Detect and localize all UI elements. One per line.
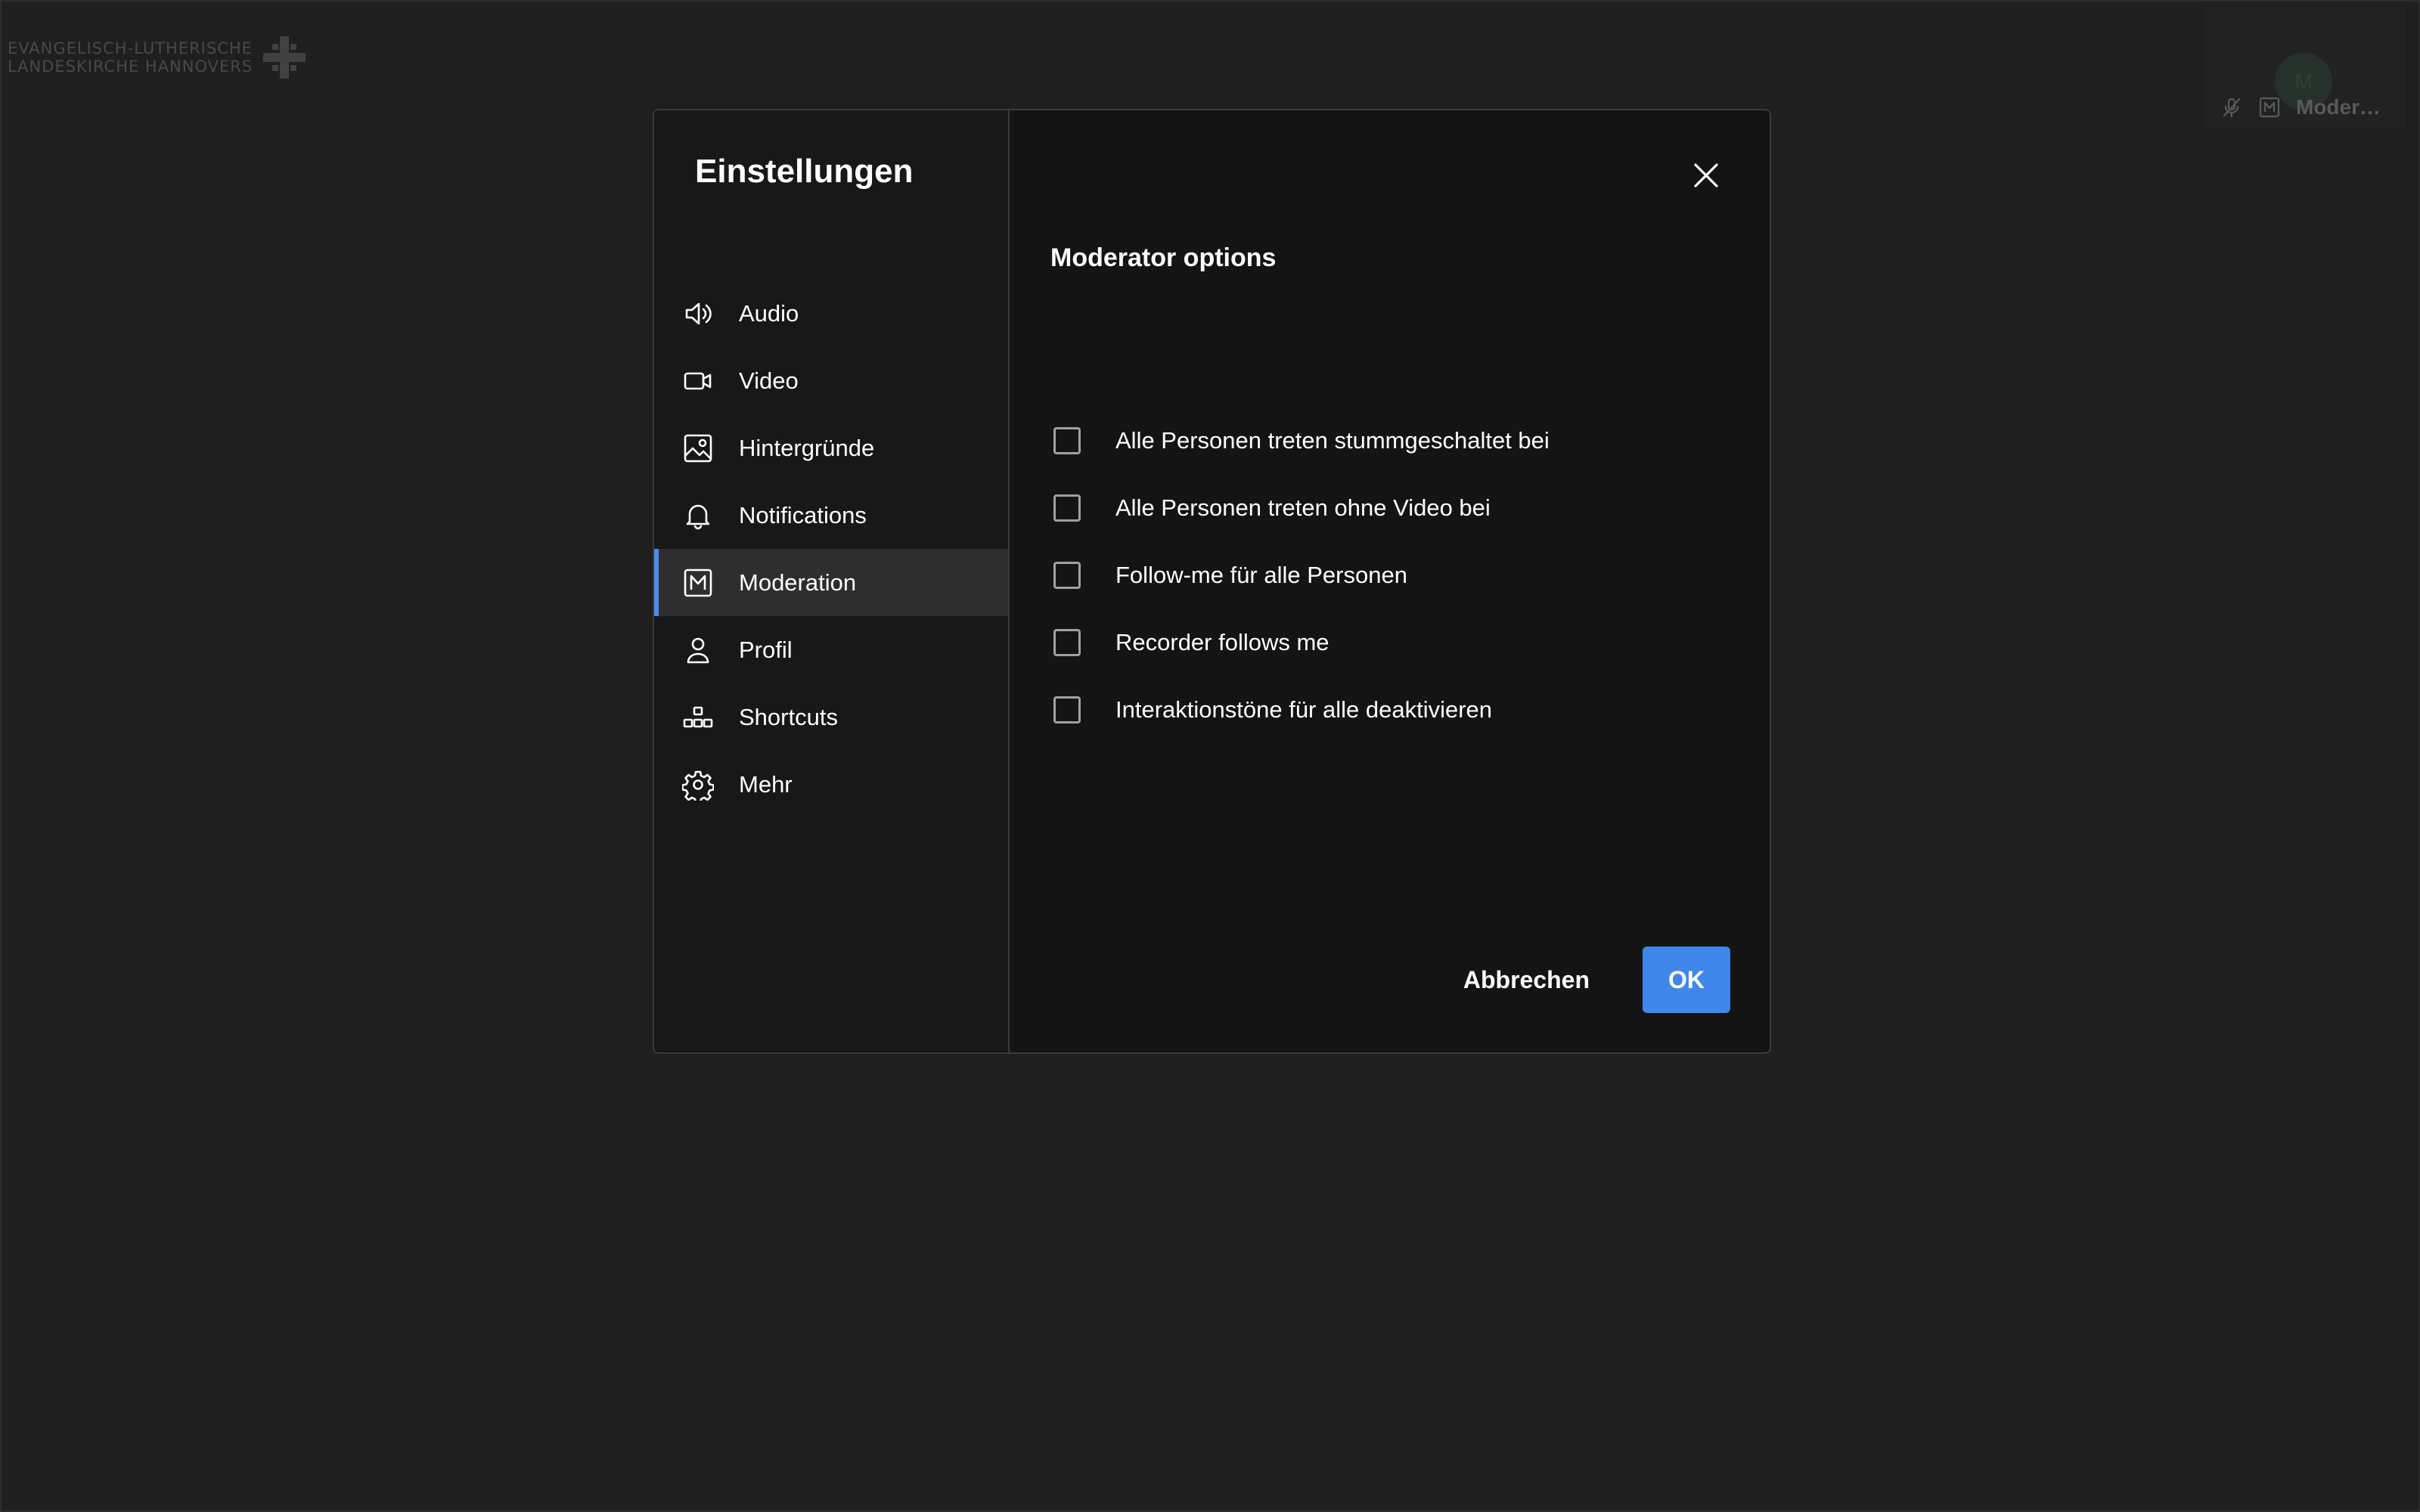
settings-dialog: Einstellungen Audio Video Hintergründe N… — [653, 109, 1771, 1054]
option-recorder-follows-me[interactable]: Recorder follows me — [1053, 609, 1550, 676]
sidebar-item-label: Mehr — [739, 770, 793, 798]
sidebar-item-label: Hintergründe — [739, 434, 875, 461]
settings-sidebar: Einstellungen Audio Video Hintergründe N… — [654, 110, 1010, 1052]
section-title: Moderator options — [1050, 243, 1277, 272]
option-label: Follow-me für alle Personen — [1115, 561, 1407, 588]
checkbox[interactable] — [1053, 696, 1081, 723]
gear-icon — [681, 768, 715, 801]
sidebar-item-backgrounds[interactable]: Hintergründe — [654, 414, 1008, 482]
meeting-screen: EVANGELISCH-LUTHERISCHE LANDESKIRCHE HAN… — [0, 0, 2420, 1512]
organization-logo: EVANGELISCH-LUTHERISCHE LANDESKIRCHE HAN… — [8, 35, 307, 80]
settings-nav: Audio Video Hintergründe Notifications M… — [654, 280, 1008, 818]
sidebar-item-shortcuts[interactable]: Shortcuts — [654, 683, 1008, 751]
shortcuts-icon — [681, 701, 715, 734]
dialog-footer: Abbrechen OK — [1438, 947, 1730, 1013]
image-icon — [681, 432, 715, 465]
option-label: Recorder follows me — [1115, 628, 1329, 655]
speaker-icon — [681, 297, 715, 330]
checkbox[interactable] — [1053, 426, 1081, 454]
close-icon — [1694, 163, 1718, 187]
checkbox[interactable] — [1053, 628, 1081, 656]
sidebar-item-label: Profil — [739, 636, 793, 663]
participant-status-bar: Moder… — [2220, 95, 2381, 119]
option-follow-me[interactable]: Follow-me für alle Personen — [1053, 541, 1550, 609]
checkbox[interactable] — [1053, 561, 1081, 589]
option-video-off-on-join[interactable]: Alle Personen treten ohne Video bei — [1053, 474, 1550, 541]
option-mute-on-join[interactable]: Alle Personen treten stummgeschaltet bei — [1053, 407, 1550, 474]
option-label: Interaktionstöne für alle deaktivieren — [1115, 696, 1493, 723]
moderator-options-list: Alle Personen treten stummgeschaltet bei… — [1053, 407, 1550, 743]
close-button[interactable] — [1688, 157, 1724, 194]
option-label: Alle Personen treten stummgeschaltet bei — [1115, 426, 1550, 454]
cross-emblem-icon — [263, 36, 306, 79]
logo-text: EVANGELISCH-LUTHERISCHE LANDESKIRCHE HAN… — [8, 39, 253, 76]
dialog-title: Einstellungen — [695, 153, 914, 190]
sidebar-item-label: Notifications — [739, 501, 867, 528]
sidebar-item-notifications[interactable]: Notifications — [654, 482, 1008, 549]
cancel-button[interactable]: Abbrechen — [1438, 950, 1615, 1011]
checkbox[interactable] — [1053, 494, 1081, 522]
participant-tile[interactable]: M Moder… — [2204, 8, 2405, 129]
sidebar-item-video[interactable]: Video — [654, 347, 1008, 414]
participant-name: Moder… — [2296, 95, 2381, 119]
mic-muted-icon — [2223, 98, 2241, 118]
sidebar-item-moderation[interactable]: Moderation — [654, 549, 1008, 616]
sidebar-item-label: Shortcuts — [739, 703, 838, 730]
logo-line-2: LANDESKIRCHE HANNOVERS — [8, 57, 253, 76]
sidebar-item-more[interactable]: Mehr — [654, 751, 1008, 818]
sidebar-item-label: Moderation — [739, 569, 857, 596]
option-disable-reaction-sounds[interactable]: Interaktionstöne für alle deaktivieren — [1053, 676, 1550, 743]
logo-line-1: EVANGELISCH-LUTHERISCHE — [8, 39, 253, 57]
sidebar-item-label: Audio — [739, 299, 799, 327]
ok-button[interactable]: OK — [1643, 947, 1730, 1013]
settings-content: Moderator options Alle Personen treten s… — [1010, 110, 1770, 1052]
moderator-badge-icon — [2259, 97, 2280, 118]
sidebar-item-profile[interactable]: Profil — [654, 616, 1008, 683]
person-icon — [681, 634, 715, 667]
bell-icon — [681, 499, 715, 532]
video-camera-icon — [681, 364, 715, 398]
option-label: Alle Personen treten ohne Video bei — [1115, 494, 1491, 521]
sidebar-item-audio[interactable]: Audio — [654, 280, 1008, 347]
moderator-badge-icon — [681, 566, 715, 600]
sidebar-item-label: Video — [739, 367, 799, 394]
